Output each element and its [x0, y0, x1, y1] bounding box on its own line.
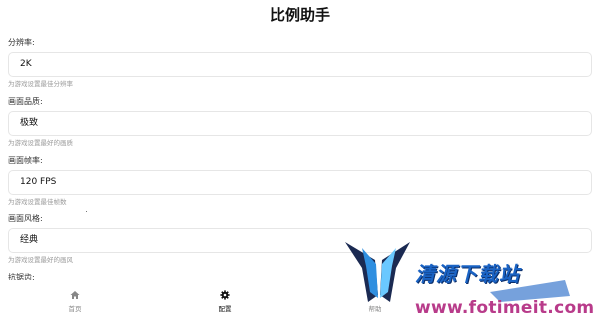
watermark-url: www.fotimeit.com	[415, 298, 595, 318]
quality-label: 画面品质:	[8, 97, 43, 106]
tab-config-label: 配置	[218, 305, 232, 313]
resolution-field: 分辨率: 2K 为游戏设置最佳分辨率	[8, 38, 592, 88]
resolution-select[interactable]: 2K	[8, 52, 592, 77]
page-title: 比例助手	[269, 6, 330, 24]
framerate-label: 画面帧率:	[8, 156, 43, 165]
home-icon	[70, 291, 80, 299]
tab-home[interactable]: 首页	[0, 282, 150, 320]
framerate-hint: 为游戏设置最佳帧数	[8, 198, 67, 206]
style-label: 画面风格:	[8, 214, 43, 223]
quality-select[interactable]: 极致	[8, 111, 592, 136]
resolution-hint: 为游戏设置最佳分辨率	[8, 80, 73, 88]
tab-home-label: 首页	[68, 305, 82, 313]
antialias-label: 抗锯齿:	[8, 273, 35, 280]
gear-icon	[220, 290, 230, 300]
quality-field: 画面品质: 极致 为游戏设置最好的画质	[8, 97, 592, 147]
tab-config[interactable]: 配置	[150, 282, 300, 320]
framerate-field: 画面帧率: 120 FPS 为游戏设置最佳帧数	[8, 156, 592, 206]
quality-hint: 为游戏设置最好的画质	[8, 139, 73, 147]
framerate-select[interactable]: 120 FPS	[8, 170, 592, 195]
watermark-text: 清源下载站	[415, 262, 520, 286]
resolution-label: 分辨率:	[8, 38, 35, 47]
app-screen: 比例助手 分辨率: 2K 为游戏设置最佳分辨率 画面品质: 极致 为游戏设置最好…	[0, 0, 600, 320]
stray-dot	[86, 211, 87, 212]
